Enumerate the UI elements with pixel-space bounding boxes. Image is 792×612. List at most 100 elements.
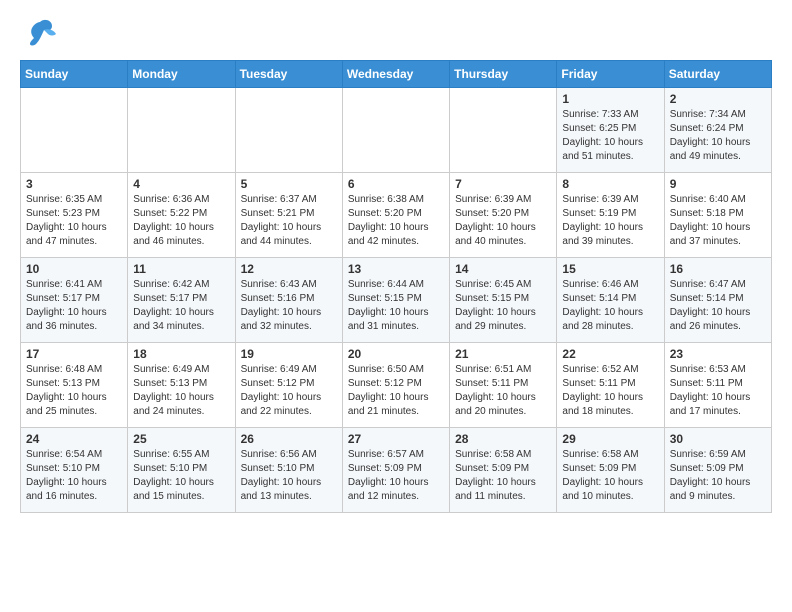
day-info: Sunrise: 6:53 AM Sunset: 5:11 PM Dayligh… xyxy=(670,363,766,419)
calendar-cell: 7 Sunrise: 6:39 AM Sunset: 5:20 PM Daylig… xyxy=(450,173,557,258)
calendar-cell: 3 Sunrise: 6:35 AM Sunset: 5:23 PM Daylig… xyxy=(21,173,128,258)
day-number: 21 xyxy=(455,347,551,361)
calendar-cell: 14 Sunrise: 6:45 AM Sunset: 5:15 PM Dayli… xyxy=(450,258,557,343)
day-number: 7 xyxy=(455,177,551,191)
calendar-cell: 23 Sunrise: 6:53 AM Sunset: 5:11 PM Dayli… xyxy=(664,343,771,428)
day-info: Sunrise: 6:42 AM Sunset: 5:17 PM Dayligh… xyxy=(133,278,229,334)
calendar-cell: 17Sunrise: 6:48 AM Sunset: 5:13 PM Dayli… xyxy=(21,343,128,428)
calendar-cell xyxy=(128,88,235,173)
header-saturday: Saturday xyxy=(664,61,771,88)
calendar-header-row: SundayMondayTuesdayWednesdayThursdayFrid… xyxy=(21,61,772,88)
day-number: 29 xyxy=(562,432,658,446)
calendar-cell xyxy=(21,88,128,173)
day-info: Sunrise: 6:40 AM Sunset: 5:18 PM Dayligh… xyxy=(670,193,766,249)
day-info: Sunrise: 6:37 AM Sunset: 5:21 PM Dayligh… xyxy=(241,193,337,249)
day-info: Sunrise: 6:39 AM Sunset: 5:20 PM Dayligh… xyxy=(455,193,551,249)
header-friday: Friday xyxy=(557,61,664,88)
day-info: Sunrise: 7:33 AM Sunset: 6:25 PM Dayligh… xyxy=(562,108,658,164)
day-info: Sunrise: 6:45 AM Sunset: 5:15 PM Dayligh… xyxy=(455,278,551,334)
calendar-cell: 25 Sunrise: 6:55 AM Sunset: 5:10 PM Dayli… xyxy=(128,428,235,513)
header-tuesday: Tuesday xyxy=(235,61,342,88)
day-number: 19 xyxy=(241,347,337,361)
calendar-cell: 28Sunrise: 6:58 AM Sunset: 5:09 PM Dayli… xyxy=(450,428,557,513)
calendar-cell: 10 Sunrise: 6:41 AM Sunset: 5:17 PM Dayli… xyxy=(21,258,128,343)
day-number: 13 xyxy=(348,262,444,276)
day-number: 18 xyxy=(133,347,229,361)
day-number: 1 xyxy=(562,92,658,106)
day-number: 24 xyxy=(26,432,122,446)
day-number: 22 xyxy=(562,347,658,361)
day-number: 5 xyxy=(241,177,337,191)
day-number: 3 xyxy=(26,177,122,191)
day-number: 4 xyxy=(133,177,229,191)
day-number: 10 xyxy=(26,262,122,276)
logo-bird-icon xyxy=(22,16,58,52)
day-number: 28 xyxy=(455,432,551,446)
day-number: 15 xyxy=(562,262,658,276)
calendar-cell: 15 Sunrise: 6:46 AM Sunset: 5:14 PM Dayli… xyxy=(557,258,664,343)
header-wednesday: Wednesday xyxy=(342,61,449,88)
calendar-cell: 8 Sunrise: 6:39 AM Sunset: 5:19 PM Daylig… xyxy=(557,173,664,258)
calendar-cell: 6Sunrise: 6:38 AM Sunset: 5:20 PM Daylig… xyxy=(342,173,449,258)
calendar-cell: 21Sunrise: 6:51 AM Sunset: 5:11 PM Dayli… xyxy=(450,343,557,428)
day-number: 27 xyxy=(348,432,444,446)
calendar-week-row: 17Sunrise: 6:48 AM Sunset: 5:13 PM Dayli… xyxy=(21,343,772,428)
day-number: 23 xyxy=(670,347,766,361)
day-info: Sunrise: 6:57 AM Sunset: 5:09 PM Dayligh… xyxy=(348,448,444,504)
day-info: Sunrise: 6:49 AM Sunset: 5:13 PM Dayligh… xyxy=(133,363,229,419)
header-monday: Monday xyxy=(128,61,235,88)
logo xyxy=(20,16,58,52)
calendar-cell: 29 Sunrise: 6:58 AM Sunset: 5:09 PM Dayli… xyxy=(557,428,664,513)
calendar-cell: 1 Sunrise: 7:33 AM Sunset: 6:25 PM Daylig… xyxy=(557,88,664,173)
calendar-cell: 2 Sunrise: 7:34 AM Sunset: 6:24 PM Daylig… xyxy=(664,88,771,173)
day-info: Sunrise: 6:50 AM Sunset: 5:12 PM Dayligh… xyxy=(348,363,444,419)
calendar-week-row: 1 Sunrise: 7:33 AM Sunset: 6:25 PM Daylig… xyxy=(21,88,772,173)
day-info: Sunrise: 6:48 AM Sunset: 5:13 PM Dayligh… xyxy=(26,363,122,419)
day-info: Sunrise: 6:44 AM Sunset: 5:15 PM Dayligh… xyxy=(348,278,444,334)
calendar-cell: 22Sunrise: 6:52 AM Sunset: 5:11 PM Dayli… xyxy=(557,343,664,428)
day-info: Sunrise: 6:43 AM Sunset: 5:16 PM Dayligh… xyxy=(241,278,337,334)
day-number: 12 xyxy=(241,262,337,276)
day-number: 2 xyxy=(670,92,766,106)
day-info: Sunrise: 6:35 AM Sunset: 5:23 PM Dayligh… xyxy=(26,193,122,249)
calendar-table: SundayMondayTuesdayWednesdayThursdayFrid… xyxy=(20,60,772,513)
calendar-cell: 4 Sunrise: 6:36 AM Sunset: 5:22 PM Daylig… xyxy=(128,173,235,258)
calendar-week-row: 24 Sunrise: 6:54 AM Sunset: 5:10 PM Dayli… xyxy=(21,428,772,513)
calendar-cell: 26 Sunrise: 6:56 AM Sunset: 5:10 PM Dayli… xyxy=(235,428,342,513)
day-number: 9 xyxy=(670,177,766,191)
calendar-cell: 19 Sunrise: 6:49 AM Sunset: 5:12 PM Dayli… xyxy=(235,343,342,428)
day-info: Sunrise: 6:39 AM Sunset: 5:19 PM Dayligh… xyxy=(562,193,658,249)
day-number: 20 xyxy=(348,347,444,361)
day-info: Sunrise: 7:34 AM Sunset: 6:24 PM Dayligh… xyxy=(670,108,766,164)
calendar-cell: 30Sunrise: 6:59 AM Sunset: 5:09 PM Dayli… xyxy=(664,428,771,513)
day-info: Sunrise: 6:49 AM Sunset: 5:12 PM Dayligh… xyxy=(241,363,337,419)
day-info: Sunrise: 6:58 AM Sunset: 5:09 PM Dayligh… xyxy=(562,448,658,504)
calendar-cell: 5 Sunrise: 6:37 AM Sunset: 5:21 PM Daylig… xyxy=(235,173,342,258)
calendar-cell xyxy=(450,88,557,173)
day-number: 14 xyxy=(455,262,551,276)
day-info: Sunrise: 6:36 AM Sunset: 5:22 PM Dayligh… xyxy=(133,193,229,249)
day-info: Sunrise: 6:47 AM Sunset: 5:14 PM Dayligh… xyxy=(670,278,766,334)
calendar-cell: 13 Sunrise: 6:44 AM Sunset: 5:15 PM Dayli… xyxy=(342,258,449,343)
day-number: 30 xyxy=(670,432,766,446)
day-number: 25 xyxy=(133,432,229,446)
day-number: 26 xyxy=(241,432,337,446)
day-info: Sunrise: 6:41 AM Sunset: 5:17 PM Dayligh… xyxy=(26,278,122,334)
day-number: 11 xyxy=(133,262,229,276)
header-thursday: Thursday xyxy=(450,61,557,88)
calendar-cell: 16 Sunrise: 6:47 AM Sunset: 5:14 PM Dayli… xyxy=(664,258,771,343)
day-info: Sunrise: 6:54 AM Sunset: 5:10 PM Dayligh… xyxy=(26,448,122,504)
day-info: Sunrise: 6:46 AM Sunset: 5:14 PM Dayligh… xyxy=(562,278,658,334)
header-sunday: Sunday xyxy=(21,61,128,88)
calendar-cell: 18 Sunrise: 6:49 AM Sunset: 5:13 PM Dayli… xyxy=(128,343,235,428)
calendar-week-row: 3 Sunrise: 6:35 AM Sunset: 5:23 PM Daylig… xyxy=(21,173,772,258)
day-info: Sunrise: 6:38 AM Sunset: 5:20 PM Dayligh… xyxy=(348,193,444,249)
day-info: Sunrise: 6:55 AM Sunset: 5:10 PM Dayligh… xyxy=(133,448,229,504)
calendar-cell: 11 Sunrise: 6:42 AM Sunset: 5:17 PM Dayli… xyxy=(128,258,235,343)
day-number: 8 xyxy=(562,177,658,191)
day-info: Sunrise: 6:56 AM Sunset: 5:10 PM Dayligh… xyxy=(241,448,337,504)
calendar-cell: 27 Sunrise: 6:57 AM Sunset: 5:09 PM Dayli… xyxy=(342,428,449,513)
calendar-week-row: 10 Sunrise: 6:41 AM Sunset: 5:17 PM Dayli… xyxy=(21,258,772,343)
day-number: 16 xyxy=(670,262,766,276)
calendar-cell xyxy=(342,88,449,173)
